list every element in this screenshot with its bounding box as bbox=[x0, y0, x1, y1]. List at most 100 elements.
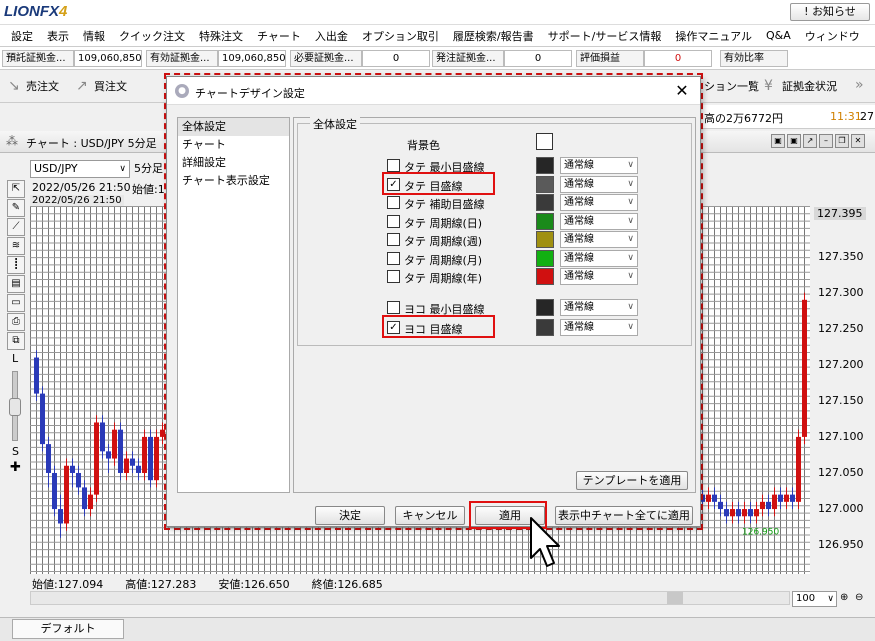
info-value-1: 109,060,850 bbox=[218, 50, 286, 67]
news-button[interactable]: ! お知らせ bbox=[790, 3, 870, 21]
color-swatch[interactable] bbox=[536, 268, 554, 285]
line-style-select[interactable]: 通常線 ∨ bbox=[560, 268, 638, 285]
y-tick-label: 126.950 bbox=[818, 538, 864, 552]
zoom-slider-thumb[interactable] bbox=[9, 398, 21, 416]
nav-item-0[interactable]: 全体設定 bbox=[178, 118, 289, 136]
menu-item-1[interactable]: 表示 bbox=[40, 28, 76, 44]
line-style-select[interactable]: 通常線 ∨ bbox=[560, 194, 638, 211]
current-price-label: 127.395 bbox=[814, 207, 866, 220]
line-style-select[interactable]: 通常線 ∨ bbox=[560, 319, 638, 336]
menu-item-4[interactable]: 特殊注文 bbox=[192, 28, 250, 44]
position-list-button[interactable]: ション一覧 bbox=[704, 78, 759, 94]
layout-tab-default[interactable]: デフォルト bbox=[12, 619, 124, 639]
checkbox[interactable] bbox=[387, 301, 400, 314]
group-label: 全体設定 bbox=[310, 116, 360, 132]
menu-item-3[interactable]: クイック注文 bbox=[112, 28, 192, 44]
y-tick-label: 127.100 bbox=[818, 429, 864, 443]
line-style-select[interactable]: 通常線 ∨ bbox=[560, 249, 638, 267]
cursor-tool-icon[interactable]: ⇱ bbox=[7, 180, 25, 198]
color-swatch[interactable] bbox=[536, 249, 554, 267]
line-style-select[interactable]: 通常線 ∨ bbox=[560, 299, 638, 316]
margin-status-button[interactable]: ¥ 証拠金状況 bbox=[764, 78, 837, 94]
chevron-down-icon: ∨ bbox=[827, 594, 834, 604]
background-color-swatch[interactable] bbox=[536, 133, 553, 150]
zoom-select[interactable]: 100 ∨ bbox=[792, 591, 837, 607]
color-swatch[interactable] bbox=[536, 231, 554, 248]
scrollbar-thumb[interactable] bbox=[667, 592, 683, 604]
trend-tool-icon[interactable]: ⟋ bbox=[7, 218, 25, 236]
nav-item-1[interactable]: チャート bbox=[178, 136, 289, 154]
minimize-icon[interactable]: – bbox=[819, 134, 833, 148]
menu-item-11[interactable]: Q&A bbox=[759, 29, 798, 42]
y-tick-label: 127.200 bbox=[818, 357, 864, 371]
checkbox[interactable] bbox=[387, 270, 400, 283]
sell-order-button[interactable]: ↘ 売注文 bbox=[8, 78, 59, 94]
apply-template-button[interactable]: テンプレートを適用 bbox=[576, 471, 688, 490]
menu-item-8[interactable]: 履歴検索/報告書 bbox=[446, 28, 541, 44]
arrow-up-right-icon: ↗ bbox=[76, 78, 88, 94]
color-swatch[interactable] bbox=[536, 157, 554, 174]
zoom-slider[interactable] bbox=[9, 371, 21, 441]
close-icon[interactable]: ✕ bbox=[851, 134, 865, 148]
period-select[interactable]: 5分足 bbox=[134, 160, 163, 176]
candle-body bbox=[748, 509, 753, 517]
ticker-text: 高の2万6772円 bbox=[704, 112, 783, 125]
bars-tool-icon[interactable]: ┋ bbox=[7, 256, 25, 274]
zoom-in-icon[interactable]: ⊕ bbox=[840, 592, 848, 603]
buy-order-button[interactable]: ↗ 買注文 bbox=[76, 78, 127, 94]
row-label: タテ 周期線(週) bbox=[404, 235, 483, 248]
y-tick-label: 127.350 bbox=[818, 249, 864, 263]
checkbox[interactable] bbox=[387, 251, 400, 265]
window-tool-icon[interactable]: ▭ bbox=[7, 294, 25, 312]
currency-pair-select[interactable]: USD/JPY ∨ bbox=[30, 160, 130, 178]
candle-body bbox=[778, 494, 783, 502]
line-style-select[interactable]: 通常線 ∨ bbox=[560, 231, 638, 248]
line-style-select[interactable]: 通常線 ∨ bbox=[560, 157, 638, 174]
more-icon[interactable]: » bbox=[855, 78, 869, 92]
ok-button[interactable]: 決定 bbox=[315, 506, 385, 525]
list-tool-icon[interactable]: ▤ bbox=[7, 275, 25, 293]
line-style-select[interactable]: 通常線 ∨ bbox=[560, 212, 638, 230]
indicator-tool-icon[interactable]: ≋ bbox=[7, 237, 25, 255]
highlight-horizontal-grid bbox=[382, 315, 495, 338]
row-label: タテ 周期線(日) bbox=[404, 216, 483, 230]
candle-body bbox=[772, 494, 777, 510]
copy-icon[interactable]: ⧉ bbox=[7, 332, 25, 350]
checkbox[interactable] bbox=[387, 196, 400, 209]
menu-item-2[interactable]: 情報 bbox=[76, 28, 112, 44]
checkbox[interactable] bbox=[387, 233, 400, 246]
news-ticker: 高の2万6772円 11:31 27 bbox=[700, 105, 875, 129]
menu-item-10[interactable]: 操作マニュアル bbox=[668, 28, 759, 44]
chart-tool-icon[interactable]: ▣ bbox=[771, 134, 785, 148]
menu-item-5[interactable]: チャート bbox=[250, 28, 308, 44]
restore-icon[interactable]: ❐ bbox=[835, 134, 849, 148]
line-style-select[interactable]: 通常線 ∨ bbox=[560, 175, 638, 193]
checkbox[interactable] bbox=[387, 159, 400, 172]
pen-tool-icon[interactable]: ✎ bbox=[7, 199, 25, 217]
menu-item-9[interactable]: サポート/サービス情報 bbox=[541, 28, 669, 44]
vertical-row-6: タテ 周期線(年) 通常線 ∨ bbox=[167, 268, 702, 286]
cancel-button[interactable]: キャンセル bbox=[395, 506, 465, 525]
ohlc-readout: 始値:127.094 高値:127.283 安値:126.650 終値:126.… bbox=[32, 576, 383, 592]
chart-scrollbar[interactable] bbox=[30, 591, 790, 605]
color-swatch[interactable] bbox=[536, 299, 554, 316]
close-icon[interactable]: ✕ bbox=[672, 81, 692, 101]
color-swatch[interactable] bbox=[536, 175, 554, 193]
y-tick-label: 127.300 bbox=[818, 285, 864, 299]
chart-tool2-icon[interactable]: ▣ bbox=[787, 134, 801, 148]
menu-item-12[interactable]: ウィンドウ bbox=[798, 28, 867, 44]
menu-item-7[interactable]: オプション取引 bbox=[355, 28, 446, 44]
apply-all-charts-button[interactable]: 表示中チャート全てに適用 bbox=[555, 506, 693, 525]
print-icon[interactable]: ⎙ bbox=[7, 313, 25, 331]
menu-item-6[interactable]: 入出金 bbox=[308, 28, 355, 44]
checkbox[interactable] bbox=[387, 214, 400, 228]
zoom-out-icon[interactable]: ⊖ bbox=[855, 592, 863, 603]
color-swatch[interactable] bbox=[536, 212, 554, 230]
ticker-time: 11:31 bbox=[830, 110, 862, 123]
crosshair-icon[interactable]: ✚ bbox=[10, 460, 28, 475]
color-swatch[interactable] bbox=[536, 194, 554, 211]
color-swatch[interactable] bbox=[536, 319, 554, 336]
pin-icon[interactable]: ↗ bbox=[803, 134, 817, 148]
menu-item-0[interactable]: 設定 bbox=[4, 28, 40, 44]
candle-body bbox=[730, 509, 735, 517]
